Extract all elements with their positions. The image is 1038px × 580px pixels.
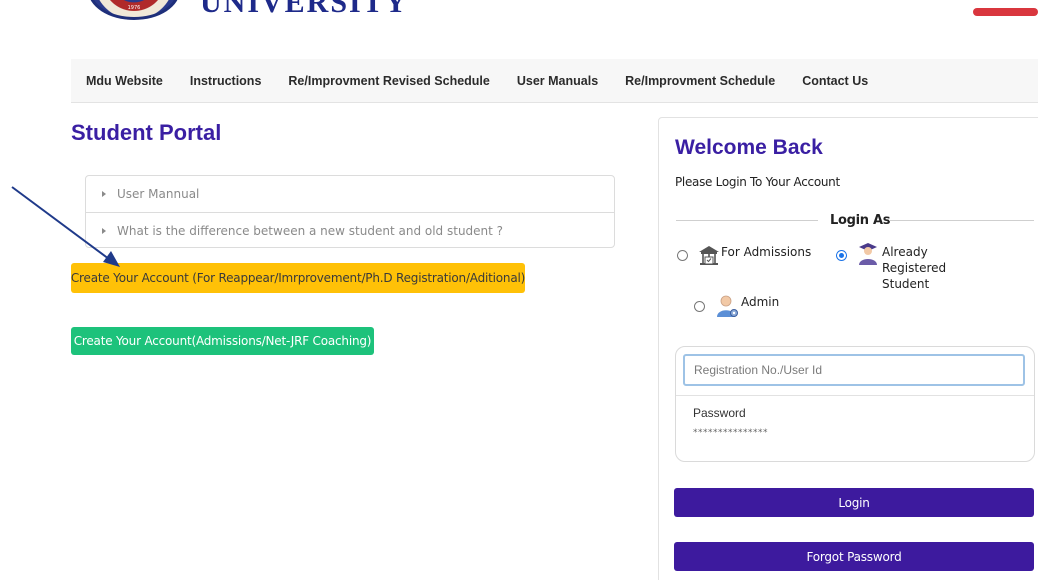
- caret-right-icon: [102, 191, 106, 197]
- login-button[interactable]: Login: [674, 488, 1034, 517]
- building-icon: [699, 246, 719, 265]
- password-label: Password: [693, 406, 746, 420]
- divider-left: [676, 220, 818, 221]
- graduate-icon: [859, 243, 877, 265]
- login-subtitle: Please Login To Your Account: [675, 175, 840, 189]
- radio-label-registered: Already Registered Student: [882, 244, 962, 292]
- radio-admin[interactable]: [694, 301, 705, 312]
- nav-schedule[interactable]: Re/Improvment Schedule: [625, 74, 775, 88]
- user-id-input[interactable]: [683, 354, 1025, 386]
- accordion-label: What is the difference between a new stu…: [117, 223, 504, 238]
- password-field[interactable]: ***************: [693, 428, 768, 438]
- caret-right-icon: [102, 227, 106, 234]
- radio-label-admissions: For Admissions: [721, 245, 812, 259]
- accordion-item-student-difference[interactable]: What is the difference between a new stu…: [86, 212, 614, 248]
- divider-right: [889, 220, 1034, 221]
- nav-user-manuals[interactable]: User Manuals: [517, 74, 598, 88]
- portal-title: Student Portal: [71, 120, 222, 145]
- university-name: UNIVERSITY: [200, 0, 409, 19]
- header-red-button[interactable]: [973, 8, 1038, 16]
- login-title: Welcome Back: [675, 136, 823, 159]
- radio-for-admissions[interactable]: [677, 250, 688, 261]
- radio-already-registered[interactable]: [836, 250, 847, 261]
- nav-instructions[interactable]: Instructions: [190, 74, 262, 88]
- nav-mdu-website[interactable]: Mdu Website: [86, 74, 163, 88]
- create-account-reappear-button[interactable]: Create Your Account (For Reappear/Imrpro…: [71, 263, 525, 293]
- credentials-divider: [676, 395, 1034, 396]
- nav-contact-us[interactable]: Contact Us: [802, 74, 868, 88]
- university-logo: 1976: [88, 0, 180, 20]
- accordion-item-user-manual[interactable]: User Mannual: [86, 176, 614, 212]
- login-as-label: Login As: [830, 213, 891, 228]
- admin-user-icon: [717, 295, 738, 317]
- nav-revised-schedule[interactable]: Re/Improvment Revised Schedule: [288, 74, 489, 88]
- forgot-password-button[interactable]: Forgot Password: [674, 542, 1034, 571]
- accordion-label: User Mannual: [117, 187, 200, 201]
- radio-label-admin: Admin: [741, 295, 780, 309]
- faq-accordion: User Mannual What is the difference betw…: [85, 175, 615, 248]
- main-navbar: Mdu Website Instructions Re/Improvment R…: [71, 59, 1038, 103]
- create-account-admissions-button[interactable]: Create Your Account(Admissions/Net-JRF C…: [71, 327, 374, 355]
- registered-label-text: Already Registered Student: [882, 245, 947, 291]
- logo-year: 1976: [127, 5, 141, 11]
